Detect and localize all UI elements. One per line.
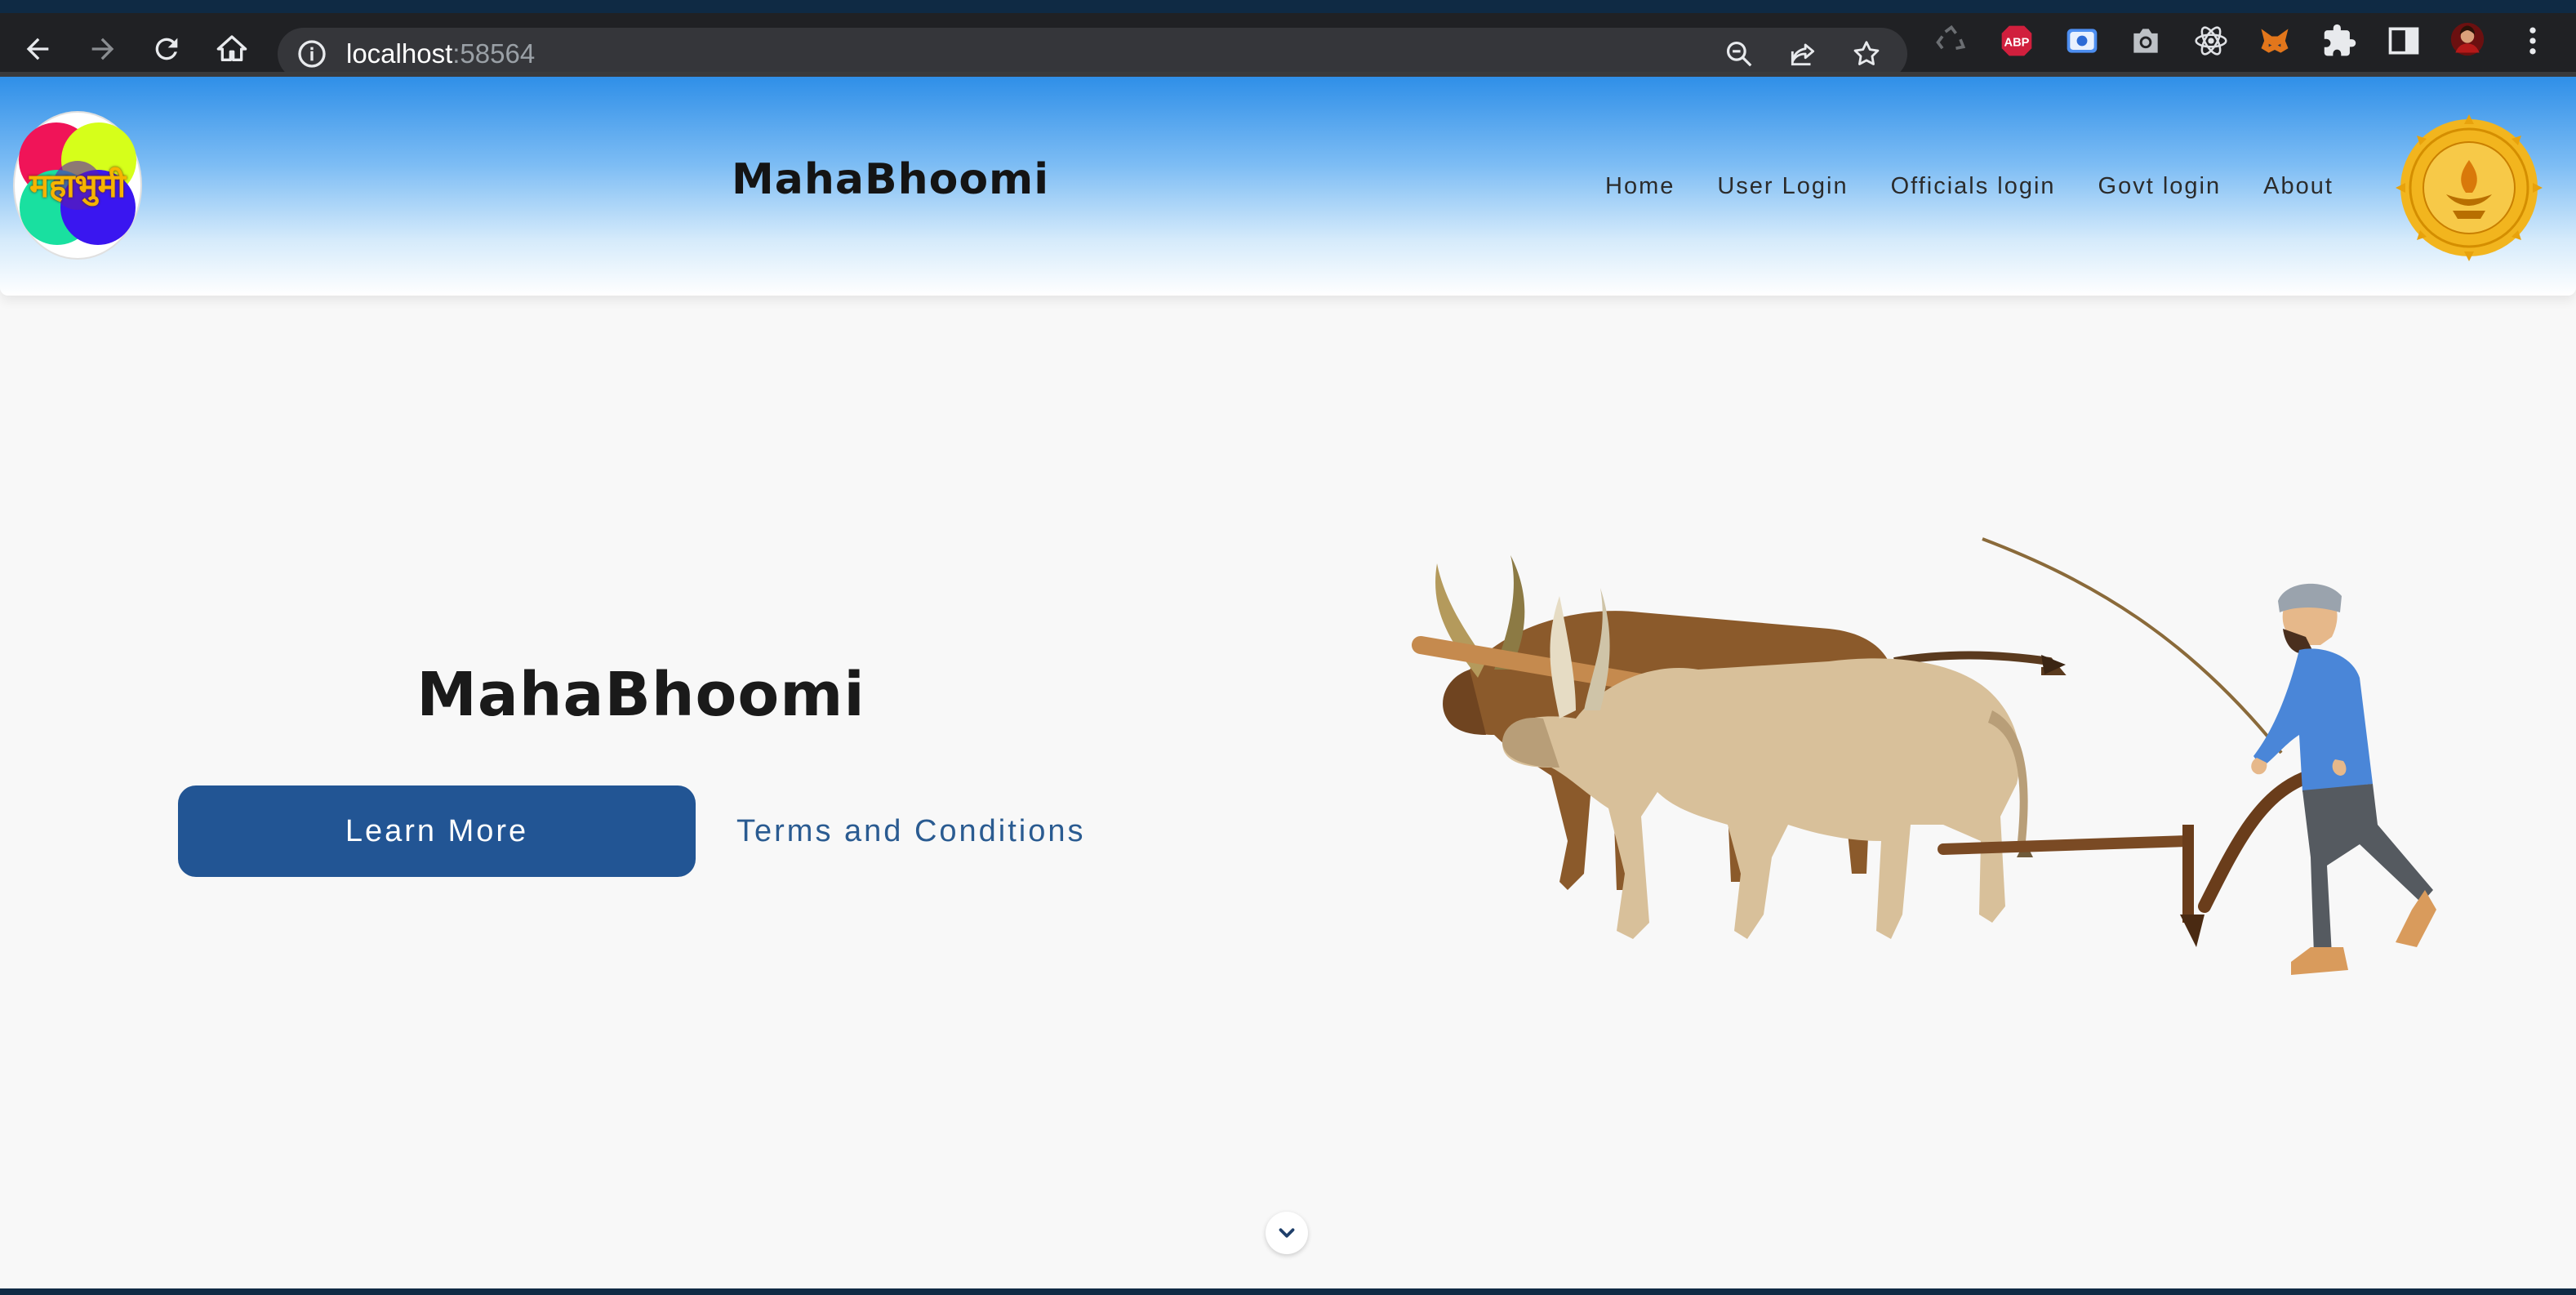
nav-user-login[interactable]: User Login bbox=[1696, 167, 1869, 206]
zoom-out-icon[interactable] bbox=[1721, 36, 1757, 72]
hero-title: MahaBhoomi bbox=[416, 660, 865, 730]
window-top-strip bbox=[0, 0, 2576, 13]
learn-more-button[interactable]: Learn More bbox=[178, 785, 696, 877]
terms-link[interactable]: Terms and Conditions bbox=[736, 808, 1086, 854]
camera-icon[interactable] bbox=[2126, 21, 2165, 60]
url-port: :58564 bbox=[452, 38, 536, 69]
chevron-down-icon bbox=[1279, 1228, 1295, 1238]
menu-kebab-icon[interactable] bbox=[2513, 21, 2552, 60]
arrow-left-icon bbox=[26, 38, 49, 60]
recycle-icon[interactable] bbox=[1932, 21, 1971, 60]
site-logo[interactable]: महाभुमी bbox=[11, 109, 144, 261]
star-icon[interactable] bbox=[1849, 36, 1884, 72]
screen-capture-icon[interactable] bbox=[2062, 21, 2102, 60]
nav-govt-login[interactable]: Govt login bbox=[2077, 167, 2243, 206]
nav-home[interactable]: Home bbox=[1584, 167, 1696, 206]
forward-button[interactable] bbox=[80, 26, 126, 72]
government-emblem bbox=[2394, 113, 2544, 263]
logo-text: महाभुमी bbox=[29, 167, 126, 205]
back-button[interactable] bbox=[15, 26, 60, 72]
home-button[interactable] bbox=[209, 26, 255, 72]
main-nav: Home User Login Officials login Govt log… bbox=[1584, 167, 2355, 206]
reload-button[interactable] bbox=[144, 26, 189, 72]
farmer bbox=[2251, 583, 2436, 975]
nav-about[interactable]: About bbox=[2242, 167, 2355, 206]
url-host: localhost bbox=[346, 38, 453, 69]
url-text[interactable]: localhost:58564 bbox=[346, 36, 535, 72]
react-icon[interactable] bbox=[2191, 21, 2231, 60]
sidepanel-icon[interactable] bbox=[2384, 21, 2423, 60]
site-header: महाभुमी MahaBhoomi Home User Login Offic… bbox=[0, 77, 2576, 296]
browser-toolbar: localhost:58564 ABP bbox=[0, 13, 2576, 80]
metamask-icon[interactable] bbox=[2255, 21, 2294, 60]
window-bottom-strip bbox=[0, 1288, 2576, 1295]
home-icon bbox=[216, 35, 247, 62]
farmer-ploughing-illustration bbox=[1372, 531, 2498, 988]
share-icon[interactable] bbox=[1785, 36, 1821, 72]
info-icon[interactable] bbox=[296, 38, 328, 70]
brand-title[interactable]: MahaBhoomi bbox=[732, 155, 1049, 204]
profile-avatar[interactable] bbox=[2448, 20, 2487, 59]
puzzle-icon[interactable] bbox=[2320, 21, 2360, 60]
nav-officials-login[interactable]: Officials login bbox=[1870, 167, 2077, 206]
adblock-label: ABP bbox=[2004, 36, 2030, 49]
reload-icon bbox=[155, 38, 178, 60]
adblock-icon[interactable]: ABP bbox=[1997, 21, 2036, 60]
scroll-down-button[interactable] bbox=[1266, 1212, 1308, 1254]
arrow-right-icon bbox=[91, 38, 114, 60]
